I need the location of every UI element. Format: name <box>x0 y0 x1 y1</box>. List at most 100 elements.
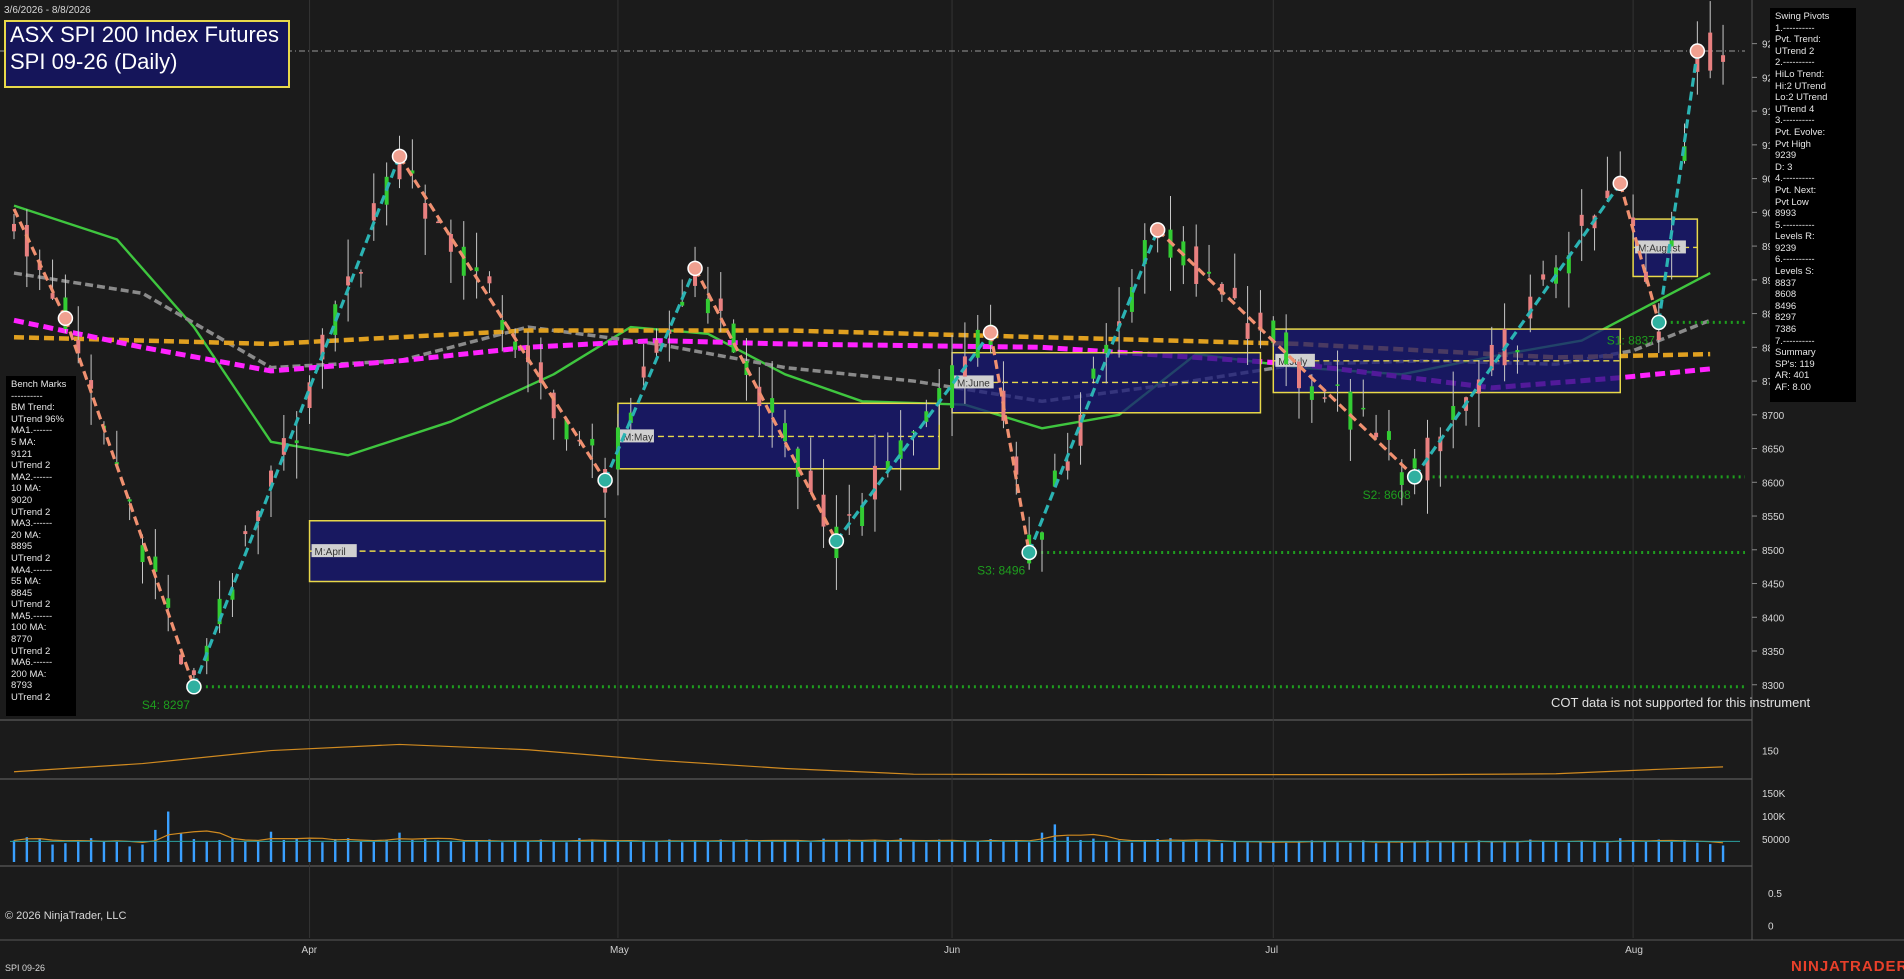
volume-bar <box>513 840 517 862</box>
volume-bar <box>616 841 620 862</box>
swing-pivots-line: 7386 <box>1775 324 1797 336</box>
volume-bar <box>1503 841 1506 862</box>
candle-body <box>346 276 351 286</box>
volume-bar <box>1721 845 1725 862</box>
volume-bar <box>141 844 144 862</box>
volume-bar <box>501 842 504 862</box>
volume-bar <box>1387 840 1391 862</box>
swing-high-marker <box>687 260 703 277</box>
volume-bar <box>1374 843 1378 862</box>
volume-bar <box>1233 841 1236 862</box>
x-tick-label: Aug <box>1625 945 1643 956</box>
volume-bar <box>205 840 208 862</box>
candle-body <box>641 366 646 378</box>
x-tick-label: Jun <box>944 945 960 956</box>
volume-bar <box>1207 840 1211 862</box>
candle-body <box>654 339 659 353</box>
volume-bar <box>1362 840 1365 862</box>
volume-bar <box>1079 839 1082 862</box>
price-chart[interactable]: Apr May Jun Jul Aug M:AprilM:MayM:JuneM:July… <box>0 0 1904 979</box>
volume-bar <box>1529 839 1532 862</box>
swing-pivots-line: 3.---------- <box>1775 115 1815 127</box>
candle-body <box>166 598 171 608</box>
volume-bar <box>1259 841 1262 862</box>
y-tick-label: 8650 <box>1762 445 1785 456</box>
volume-bar <box>1657 839 1660 862</box>
volume-bar <box>1092 838 1095 862</box>
x-tick-label: May <box>610 945 629 956</box>
volume-bar <box>1349 842 1352 862</box>
swing-pivots-line: Hi:2 UTrend <box>1775 80 1826 92</box>
cot-note: COT data is not supported for this instr… <box>1551 695 1811 710</box>
candle-body <box>127 499 132 502</box>
volume-bar <box>835 840 838 862</box>
volume-bar <box>1477 840 1481 862</box>
x-tick-label: Jul <box>1265 945 1278 956</box>
volume-bar <box>950 840 954 862</box>
volume-bar <box>449 840 453 862</box>
volume-bar <box>796 840 800 862</box>
candle-body <box>1335 384 1340 386</box>
bench-marks-line: MA6.------ <box>11 657 53 669</box>
volume-bar <box>488 839 491 862</box>
swing-pivots-line: Lo:2 UTrend <box>1775 92 1828 104</box>
swing-pivots-line: 4.---------- <box>1775 173 1815 185</box>
swing-pivots-line: Levels R: <box>1775 231 1815 243</box>
indicator-panel <box>13 743 1724 776</box>
candle-body <box>397 163 402 180</box>
volume-bar <box>1606 842 1609 862</box>
volume-bar <box>1027 842 1031 862</box>
volume-bar <box>1040 832 1044 862</box>
swing-low-marker <box>1651 314 1667 331</box>
chart-grid: Apr May Jun Jul Aug <box>0 0 1904 956</box>
indicator-tick-label: 150 <box>1762 747 1779 758</box>
page-subtitle: SPI 09-26 (Daily) <box>10 49 178 74</box>
volume-bar <box>192 839 196 862</box>
volume-tick-label: 100K <box>1762 812 1786 823</box>
swing-line <box>12 208 67 319</box>
bench-marks-line: 9020 <box>11 494 33 506</box>
swing-pivots-line: 9239 <box>1775 242 1797 254</box>
candle-body <box>461 246 466 276</box>
volume-bar <box>1683 839 1686 862</box>
bench-marks-line: UTrend 2 <box>11 645 51 657</box>
volume-bar <box>179 833 183 862</box>
candle-body <box>770 398 775 413</box>
candle-body <box>1309 386 1314 400</box>
volume-bar <box>1195 840 1198 862</box>
y-tick-label: 8700 <box>1762 411 1785 422</box>
volume-bar <box>706 841 710 862</box>
candle-body <box>860 505 865 527</box>
volume-bar <box>218 839 221 862</box>
volume-bar <box>873 839 877 862</box>
volume-bar <box>912 840 915 862</box>
swing-low-marker <box>828 533 845 549</box>
volume-tick-label: 50000 <box>1762 835 1790 846</box>
volume-bar <box>642 840 645 862</box>
volume-bar <box>102 840 106 862</box>
candle-body <box>1579 214 1584 226</box>
bench-marks-line: UTrend 2 <box>11 552 51 564</box>
candle-body <box>975 329 980 358</box>
volume-bar <box>1464 842 1468 862</box>
volume-bar <box>1002 840 1005 862</box>
candle-body <box>448 233 453 252</box>
volume-bar <box>1426 840 1429 862</box>
bench-marks-line: MA4.------ <box>11 564 53 576</box>
volume-bar <box>64 843 67 862</box>
volume-bar <box>1310 840 1314 862</box>
swing-low-marker <box>1021 544 1037 561</box>
lower-tick-label: 0 <box>1768 921 1774 932</box>
bench-marks-line: UTrend 2 <box>11 506 51 518</box>
candle-body <box>1412 458 1417 469</box>
volume-bar <box>539 839 543 862</box>
candle-body <box>371 203 376 221</box>
candle-body <box>590 438 595 446</box>
volume-bar <box>1272 842 1275 862</box>
bench-marks-line: MA1.------ <box>11 425 53 437</box>
volume-bar <box>1696 842 1699 862</box>
y-tick-label: 8450 <box>1762 580 1785 591</box>
swing-pivots-line: Pvt. Evolve: <box>1775 126 1826 138</box>
volume-bar <box>1105 841 1108 862</box>
volume-bar <box>1143 839 1146 862</box>
